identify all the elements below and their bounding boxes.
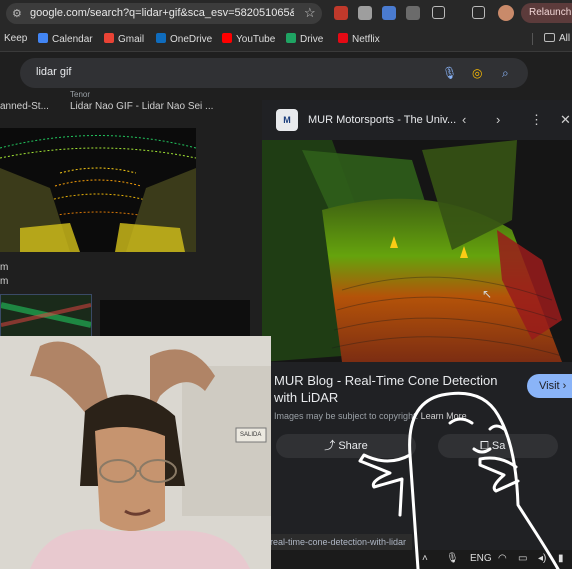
bookmarks-folder[interactable]: All B: [544, 33, 572, 44]
netflix-icon: [338, 33, 348, 43]
result-subtitle-1: m: [0, 262, 9, 273]
result-thumbnail-lidar[interactable]: [0, 128, 196, 252]
wall-sign-text: SALIDA: [240, 432, 262, 438]
svg-text:↖: ↖: [482, 287, 492, 301]
close-icon[interactable]: ✕: [560, 112, 571, 128]
bookmark-label: Gmail: [118, 34, 145, 45]
doodle-hand-right: [478, 456, 520, 493]
extension-icon-2[interactable]: [358, 6, 372, 20]
bookmark-gmail[interactable]: Gmail: [104, 33, 144, 45]
bookmarks-folder-label: All B: [559, 33, 572, 44]
preview-image[interactable]: ↖: [262, 140, 572, 362]
bookmark-label: Keep: [4, 33, 28, 44]
voice-search-icon[interactable]: 🎙: [442, 66, 457, 80]
browser-toolbar: ⚙ google.com/search?q=lidar+gif&sca_esv=…: [0, 0, 572, 27]
lidar-thumbnail-image-2: [1, 295, 91, 339]
doodle-hand-left: [358, 453, 412, 517]
site-info-icon[interactable]: ⚙: [12, 7, 22, 20]
extensions-puzzle-icon[interactable]: [432, 6, 445, 19]
preview-site-title[interactable]: MUR Motorsports - The Univ...: [308, 114, 456, 126]
next-icon[interactable]: ›: [496, 112, 500, 127]
extension-icon-1[interactable]: [334, 6, 348, 20]
doodle-eye-right: [488, 424, 506, 431]
calendar-icon: [38, 33, 48, 43]
bookmark-youtube[interactable]: YouTube: [222, 33, 275, 45]
profile-avatar[interactable]: [498, 5, 514, 21]
relaunch-button[interactable]: Relaunch to: [521, 3, 572, 23]
youtube-icon: [222, 33, 232, 43]
result-title-1[interactable]: anned-St...: [0, 101, 49, 112]
lidar-point-cloud-image: ↖: [262, 140, 572, 362]
onedrive-icon: [156, 33, 166, 43]
preview-header: M MUR Motorsports - The Univ... ‹ › ⋮ ✕: [262, 100, 572, 140]
result-title-2[interactable]: Lidar Nao GIF - Lidar Nao Sei ...: [70, 101, 213, 112]
lens-search-icon[interactable]: ◎: [472, 66, 482, 80]
bookmark-onedrive[interactable]: OneDrive: [156, 33, 212, 45]
bookmark-netflix[interactable]: Netflix: [338, 33, 380, 45]
share-icon: ⤴: [324, 440, 336, 452]
bookmarks-divider: [532, 33, 533, 45]
address-bar[interactable]: ⚙ google.com/search?q=lidar+gif&sca_esv=…: [6, 3, 322, 24]
webcam-feed-image: [0, 336, 271, 569]
bookmark-star-icon[interactable]: ☆: [304, 5, 316, 21]
gmail-icon: [104, 33, 114, 43]
extension-icon-3[interactable]: [382, 6, 396, 20]
drive-icon: [286, 33, 296, 43]
site-favicon: M: [276, 109, 298, 131]
bookmark-label: Calendar: [52, 34, 93, 45]
bookmark-calendar[interactable]: Calendar: [38, 33, 93, 45]
result-thumbnail-3[interactable]: [100, 300, 250, 338]
more-options-icon[interactable]: ⋮: [530, 112, 543, 128]
bookmark-label: YouTube: [236, 34, 276, 45]
folder-icon: [544, 33, 555, 42]
bookmark-label: Netflix: [352, 34, 380, 45]
bookmark-keep[interactable]: Keep: [4, 33, 27, 44]
bookmark-label: OneDrive: [170, 34, 213, 45]
doodle-eye-left: [448, 417, 474, 425]
bookmark-label: Drive: [300, 34, 324, 45]
doodle-mouth: [472, 447, 492, 454]
lidar-thumbnail-image: [0, 128, 196, 252]
result-thumbnail-selected[interactable]: [0, 294, 92, 340]
bookmarks-bar: Keep Calendar Gmail OneDrive YouTube Dri…: [0, 27, 572, 52]
result-subtitle-2: m: [0, 276, 9, 287]
search-input[interactable]: lidar gif: [36, 66, 71, 78]
meme-doodle-overlay: [358, 391, 560, 569]
search-icon[interactable]: ⌕: [502, 66, 509, 81]
result-source: Tenor: [70, 90, 91, 99]
webcam-overlay: SALIDA: [0, 336, 271, 569]
doodle-body-outline: [408, 391, 560, 569]
address-bar-url[interactable]: google.com/search?q=lidar+gif&sca_esv=58…: [30, 7, 294, 19]
previous-icon[interactable]: ‹: [462, 112, 466, 127]
bookmark-drive[interactable]: Drive: [286, 33, 323, 45]
extension-icon-4[interactable]: [406, 6, 420, 20]
search-box[interactable]: lidar gif 🎙 ◎ ⌕: [20, 58, 528, 88]
side-panel-icon[interactable]: [472, 6, 485, 19]
